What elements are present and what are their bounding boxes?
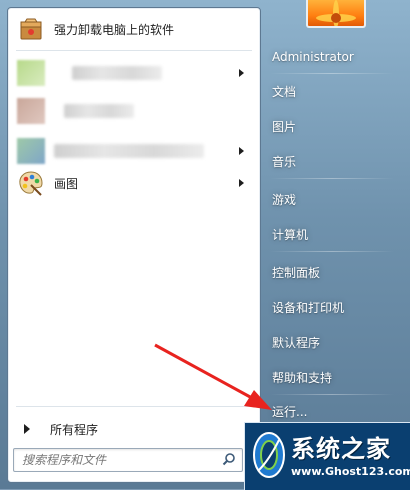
divider: [16, 406, 252, 407]
blurred-app-icon: [16, 58, 46, 88]
submenu-arrow-icon: [239, 179, 244, 187]
menu-item-administrator[interactable]: Administrator: [266, 44, 404, 70]
menu-item-default-programs[interactable]: 默认程序: [266, 330, 404, 356]
divider: [270, 73, 394, 74]
uninstall-box-icon: [16, 14, 46, 44]
all-programs-label: 所有程序: [50, 422, 99, 437]
menu-item-help-support[interactable]: 帮助和支持: [266, 365, 404, 391]
program-item-blurred-3[interactable]: [14, 134, 254, 168]
search-box[interactable]: [13, 448, 243, 472]
program-item-blurred-1[interactable]: [14, 56, 254, 90]
programs-panel: 强力卸载电脑上的软件 画图 所有程序 搜索程序和文件: [7, 7, 261, 483]
menu-item-control-panel[interactable]: 控制面板: [266, 260, 404, 286]
divider: [270, 394, 394, 395]
blurred-label: [64, 104, 134, 118]
watermark: 系统之家 www.Ghost123.com: [244, 422, 410, 490]
paint-palette-icon: [16, 168, 46, 198]
divider: [270, 178, 394, 179]
all-programs-button[interactable]: 所有程序: [14, 416, 254, 442]
program-label: 画图: [54, 176, 79, 191]
blurred-app-icon: [16, 136, 46, 166]
program-item-uninstaller[interactable]: 强力卸载电脑上的软件: [14, 12, 254, 46]
user-avatar[interactable]: [306, 0, 366, 28]
program-label: 强力卸载电脑上的软件: [54, 22, 175, 37]
submenu-arrow-icon: [239, 69, 244, 77]
blurred-label: [54, 144, 204, 158]
menu-item-pictures[interactable]: 图片: [266, 114, 404, 140]
program-item-blurred-2[interactable]: [14, 94, 254, 128]
watermark-title: 系统之家: [291, 434, 391, 463]
search-icon[interactable]: [222, 452, 236, 469]
program-item-paint[interactable]: 画图: [14, 166, 254, 200]
divider: [16, 50, 252, 51]
blurred-app-icon: [16, 96, 46, 126]
watermark-logo-icon: [251, 430, 287, 483]
divider: [270, 251, 394, 252]
search-input[interactable]: [14, 449, 214, 471]
submenu-arrow-icon: [239, 147, 244, 155]
menu-item-devices-printers[interactable]: 设备和打印机: [266, 295, 404, 321]
menu-item-computer[interactable]: 计算机: [266, 222, 404, 248]
watermark-url: www.Ghost123.com: [291, 465, 410, 478]
blurred-label: [72, 66, 162, 80]
menu-item-games[interactable]: 游戏: [266, 187, 404, 213]
menu-item-music[interactable]: 音乐: [266, 149, 404, 175]
menu-item-documents[interactable]: 文档: [266, 79, 404, 105]
expand-arrow-icon: [24, 424, 30, 434]
